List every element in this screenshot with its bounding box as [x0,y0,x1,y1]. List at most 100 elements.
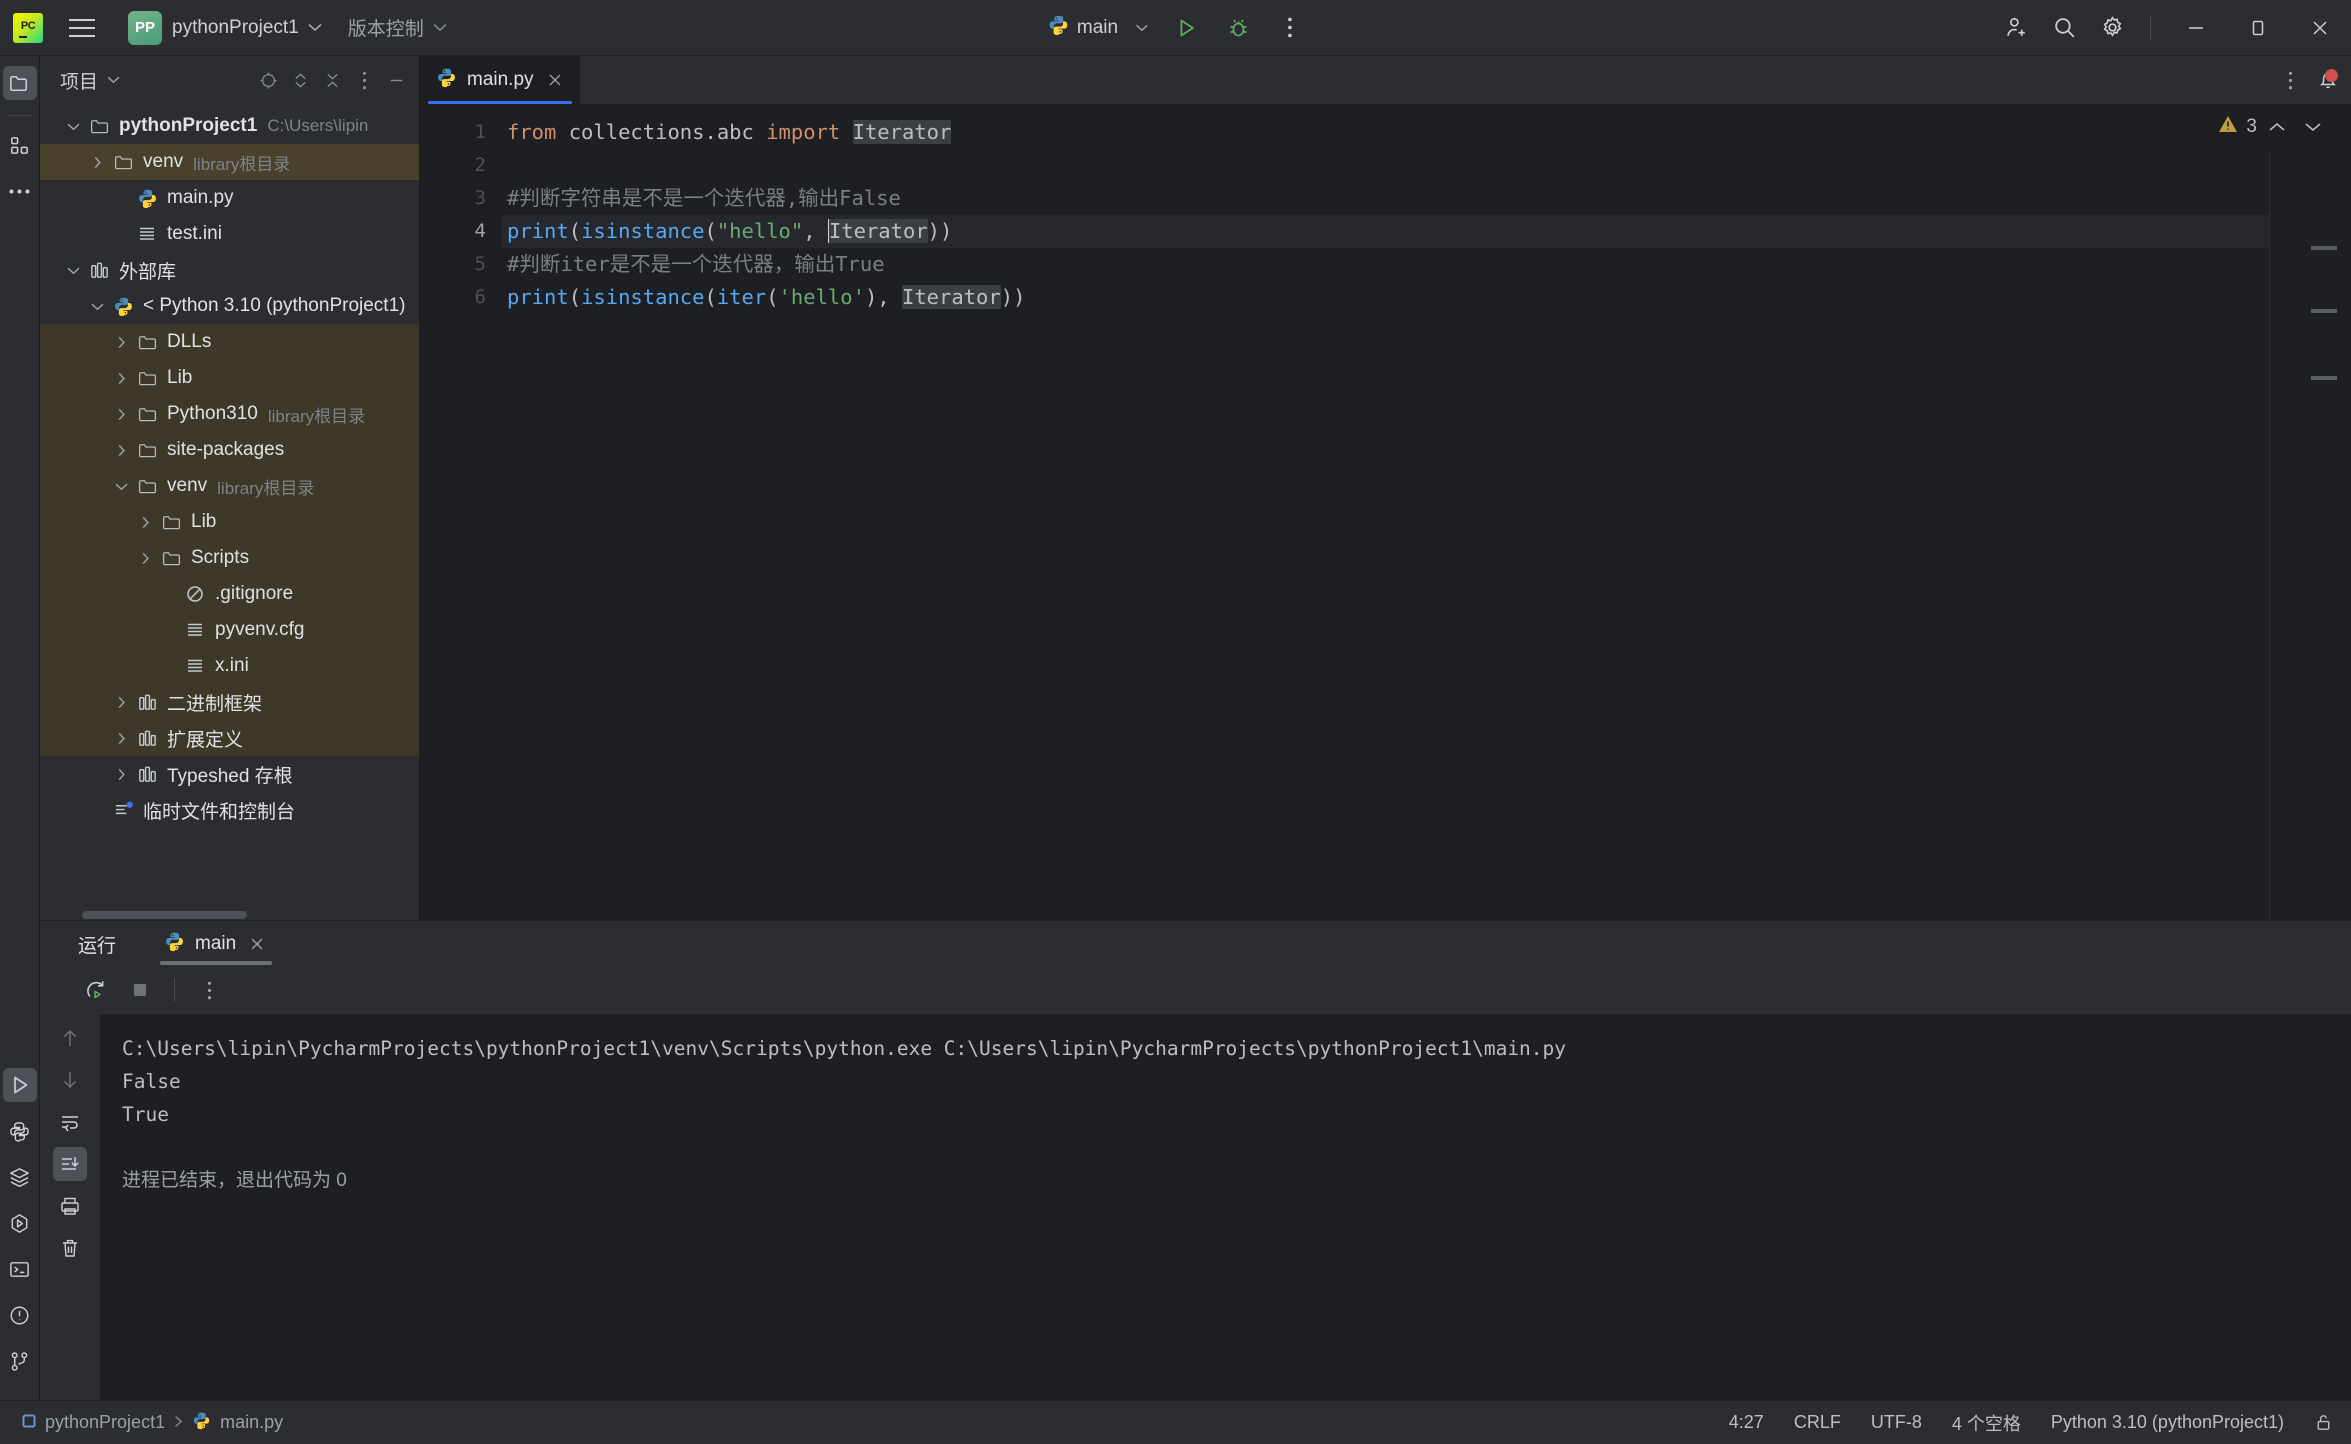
chevron-down-icon[interactable] [108,482,134,491]
tree-node[interactable]: pythonProject1 C:\Users\lipin [40,108,419,144]
chevron-up-icon[interactable] [2261,111,2293,143]
chevron-right-icon[interactable] [108,768,134,781]
tree-node[interactable]: DLLs [40,324,419,360]
tree-node[interactable]: Scripts [40,540,419,576]
interpreter-selector[interactable]: Python 3.10 (pythonProject1) [2051,1412,2284,1433]
editor-tab-main-py[interactable]: main.py [420,56,580,104]
project-selector[interactable]: PP pythonProject1 [120,8,330,48]
stop-icon[interactable] [120,970,160,1010]
indent-setting[interactable]: 4 个空格 [1952,1410,2021,1436]
options-icon[interactable] [349,65,379,95]
arrow-down-icon[interactable] [53,1063,87,1097]
chevron-right-icon[interactable] [108,732,134,745]
chevron-right-icon[interactable] [132,516,158,529]
sidebar-item-python-packages[interactable] [3,1206,37,1240]
hide-icon[interactable] [381,65,411,95]
unlocked-icon[interactable] [2314,1413,2333,1432]
inspections-widget[interactable]: 3 [2121,104,2351,150]
project-tree[interactable]: pythonProject1 C:\Users\lipin venv library根… [40,104,419,910]
tree-node[interactable]: Python310 library根目录 [40,396,419,432]
maximize-icon[interactable] [2227,0,2289,56]
pycharm-logo-icon: PC [0,0,56,56]
trash-icon[interactable] [53,1231,87,1265]
hamburger-menu-icon[interactable] [56,0,108,56]
chevron-down-icon[interactable] [60,266,86,275]
more-vertical-icon[interactable] [2271,61,2309,99]
scroll-to-end-icon[interactable] [53,1147,87,1181]
more-vertical-icon[interactable] [1266,4,1314,52]
console-command-line: C:\Users\lipin\PycharmProjects\pythonPro… [122,1037,1567,1060]
search-icon[interactable] [2040,4,2088,52]
run-configuration-selector[interactable]: main [1037,8,1158,48]
caret-position[interactable]: 4:27 [1729,1412,1764,1433]
tree-node[interactable]: Lib [40,504,419,540]
folder-icon [134,332,160,353]
tree-horizontal-scrollbar[interactable] [40,910,419,920]
sidebar-item-version-control[interactable] [3,1344,37,1378]
chevron-down-icon[interactable] [2297,111,2329,143]
sidebar-item-problems[interactable] [3,1298,37,1332]
folder-icon [158,548,184,569]
editor-body[interactable]: 1 2 3 4 5 6 from collections.abc import Itera… [420,104,2351,920]
minimize-icon[interactable] [2165,0,2227,56]
tree-node[interactable]: venv library根目录 [40,468,419,504]
gear-icon[interactable] [2088,4,2136,52]
close-icon[interactable] [246,933,268,955]
chevron-down-icon[interactable] [60,122,86,131]
print-icon[interactable] [53,1189,87,1223]
tree-node[interactable]: 二进制框架 [40,684,419,720]
tree-node[interactable]: x.ini [40,648,419,684]
rerun-icon[interactable] [76,970,116,1010]
project-panel-title[interactable]: 项目 [54,63,126,98]
sidebar-item-run[interactable] [2,1068,37,1102]
chevron-right-icon[interactable] [84,156,110,169]
notifications-bell-icon[interactable] [2309,61,2347,99]
chevron-right-icon[interactable] [108,696,134,709]
chevron-right-icon[interactable] [108,408,134,421]
breadcrumb[interactable]: pythonProject1 main.py [16,1408,289,1438]
chevron-right-icon[interactable] [108,336,134,349]
tree-node[interactable]: test.ini [40,216,419,252]
line-separator[interactable]: CRLF [1794,1412,1841,1433]
tree-node[interactable]: .gitignore [40,576,419,612]
add-user-icon[interactable] [1992,4,2040,52]
chevron-right-icon[interactable] [108,444,134,457]
console-output[interactable]: C:\Users\lipin\PycharmProjects\pythonPro… [100,1013,2351,1400]
breadcrumb-project-label: pythonProject1 [45,1412,166,1432]
chevron-down-icon[interactable] [84,302,110,311]
run-tab-main[interactable]: main [154,921,278,967]
close-icon[interactable] [544,69,566,91]
tree-node[interactable]: 外部库 [40,252,419,288]
tree-node[interactable]: venv library根目录 [40,144,419,180]
tree-node[interactable]: Lib [40,360,419,396]
chevron-right-icon[interactable] [108,372,134,385]
sidebar-item-terminal[interactable] [3,1252,37,1286]
expand-collapse-icon[interactable] [285,65,315,95]
console-output-line-1: False [122,1070,181,1093]
close-icon[interactable] [2289,0,2351,56]
tree-node[interactable]: main.py [40,180,419,216]
tree-node[interactable]: Typeshed 存根 [40,756,419,792]
tree-node[interactable]: 临时文件和控制台 [40,792,419,828]
collapse-all-icon[interactable] [317,65,347,95]
run-icon[interactable] [1162,4,1210,52]
tree-node[interactable]: pyvenv.cfg [40,612,419,648]
more-tools-icon[interactable] [3,174,37,208]
soft-wrap-icon[interactable] [53,1105,87,1139]
sidebar-item-python-console[interactable] [3,1114,37,1148]
tree-node[interactable]: site-packages [40,432,419,468]
vcs-menu[interactable]: 版本控制 [340,8,455,48]
file-encoding[interactable]: UTF-8 [1871,1412,1922,1433]
locate-icon[interactable] [253,65,283,95]
sidebar-item-structure[interactable] [3,128,37,162]
tree-node[interactable]: 扩展定义 [40,720,419,756]
sidebar-item-project[interactable] [2,66,37,100]
tree-node[interactable]: < Python 3.10 (pythonProject1) [40,288,419,324]
warning-count[interactable]: 3 [2217,113,2257,141]
sidebar-item-services[interactable] [3,1160,37,1194]
debug-icon[interactable] [1214,4,1262,52]
code-content[interactable]: from collections.abc import Iterator #判断… [502,104,2269,920]
arrow-up-icon[interactable] [53,1021,87,1055]
more-vertical-icon[interactable] [189,970,229,1010]
chevron-right-icon[interactable] [132,552,158,565]
